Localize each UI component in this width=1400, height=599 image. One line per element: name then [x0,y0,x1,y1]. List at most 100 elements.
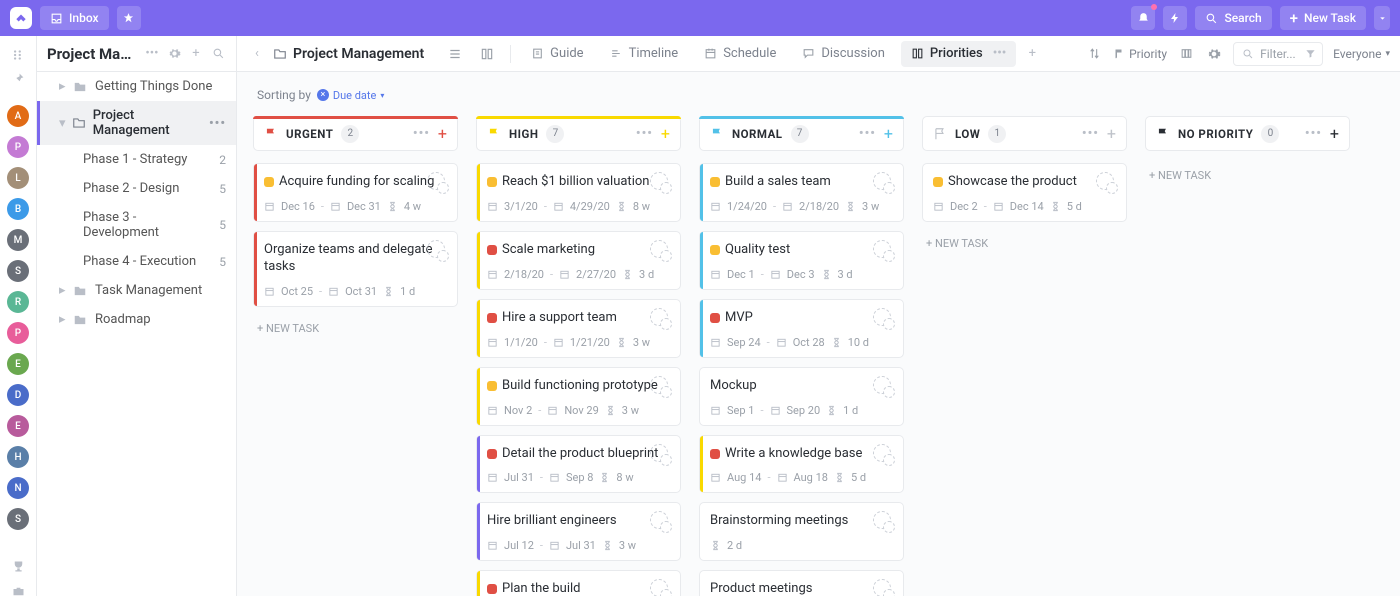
new-task-button[interactable]: + NEW TASK [253,316,458,341]
bolt-icon[interactable] [1163,6,1187,30]
avatar[interactable]: P [7,322,29,344]
task-card[interactable]: Build functioning prototypeNov 2-Nov 293… [476,367,681,426]
avatar[interactable]: H [7,446,29,468]
back-chevron-icon[interactable]: ‹ [247,44,267,64]
task-card[interactable]: Scale marketing2/18/20-2/27/203 d [476,231,681,290]
briefcase-icon[interactable] [8,584,28,599]
pin-icon[interactable] [8,72,28,85]
task-card[interactable]: Build a sales team1/24/20-2/18/203 w [699,163,904,222]
assignee-placeholder[interactable] [873,240,895,262]
column-more-icon[interactable]: ••• [859,126,876,141]
sort-chip[interactable]: ×Due date▾ [317,89,384,102]
search-button[interactable]: Search [1195,6,1271,30]
avatar[interactable]: D [7,384,29,406]
column-add-icon[interactable]: + [884,124,893,143]
new-task-more[interactable] [1374,6,1390,30]
task-card[interactable]: Organize teams and delegate tasksOct 25-… [253,231,458,307]
column-add-icon[interactable]: + [1107,124,1116,143]
sidebar-item-road[interactable]: ▸ Roadmap [37,305,236,334]
avatar[interactable]: B [7,198,29,220]
column-add-icon[interactable]: + [438,124,447,143]
assignee-placeholder[interactable] [650,240,672,262]
assignee-placeholder[interactable] [650,308,672,330]
assignee-placeholder[interactable] [650,579,672,596]
column-more-icon[interactable]: ••• [636,126,653,141]
task-card[interactable]: Write a knowledge baseAug 14-Aug 185 d [699,435,904,494]
add-view-button[interactable]: + [1022,44,1042,64]
new-task-button[interactable]: + NEW TASK [1145,163,1350,188]
assignee-placeholder[interactable] [650,172,672,194]
task-card[interactable]: Plan the buildJul 12-Jul 184 d [476,570,681,596]
app-logo[interactable] [10,7,32,29]
assignee-placeholder[interactable] [650,511,672,533]
task-card[interactable]: Hire brilliant engineersJul 12-Jul 313 w [476,502,681,561]
inbox-button[interactable]: Inbox [40,6,109,30]
tab-timeline[interactable]: Timeline [600,41,689,67]
task-card[interactable]: Brainstorming meetings2 d [699,502,904,561]
sidebar-phase-item[interactable]: Phase 4 - Execution5 [37,247,236,276]
sidebar-item-more-icon[interactable]: ••• [209,116,226,131]
space-search-icon[interactable] [210,47,226,60]
task-card[interactable]: Detail the product blueprintJul 31-Sep 8… [476,435,681,494]
column-add-icon[interactable]: + [661,124,670,143]
assignee-placeholder[interactable] [873,579,895,596]
avatar[interactable]: N [7,477,29,499]
task-card[interactable]: MVPSep 24-Oct 2810 d [699,299,904,358]
task-card[interactable]: Showcase the productDec 2-Dec 145 d [922,163,1127,222]
assignee-placeholder[interactable] [873,376,895,398]
assignee-filter[interactable]: Everyone▾ [1333,47,1390,61]
sidebar-phase-item[interactable]: Phase 2 - Design5 [37,174,236,203]
assignee-placeholder[interactable] [427,172,449,194]
task-card[interactable]: MockupSep 1-Sep 201 d [699,367,904,426]
column-add-icon[interactable]: + [1330,124,1339,143]
assignee-placeholder[interactable] [873,511,895,533]
assignee-placeholder[interactable] [650,376,672,398]
tab-guide[interactable]: Guide [521,41,593,67]
group-by-priority[interactable]: Priority [1113,47,1167,61]
tab-list[interactable] [442,41,468,67]
task-card[interactable]: Hire a support team1/1/20-1/21/203 w [476,299,681,358]
avatar[interactable]: R [7,291,29,313]
sort-arrows-icon[interactable] [1085,45,1103,63]
assignee-placeholder[interactable] [873,444,895,466]
task-card[interactable]: Quality testDec 1-Dec 33 d [699,231,904,290]
filter-input[interactable]: Filter... [1233,42,1323,66]
tab-discussion[interactable]: Discussion [792,41,895,67]
breadcrumb[interactable]: Project Management [273,46,424,62]
task-card[interactable]: Acquire funding for scalingDec 16-Dec 31… [253,163,458,222]
column-more-icon[interactable]: ••• [1082,126,1099,141]
assignee-placeholder[interactable] [427,240,449,262]
assignee-placeholder[interactable] [873,172,895,194]
sidebar-item-task[interactable]: ▸ Task Management [37,276,236,305]
grip-icon[interactable] [8,48,28,62]
avatar[interactable]: S [7,508,29,530]
assignee-placeholder[interactable] [873,308,895,330]
new-task-button[interactable]: + New Task [1280,6,1366,30]
tab-priorities[interactable]: Priorities••• [901,41,1016,67]
sidebar-phase-item[interactable]: Phase 1 - Strategy2 [37,145,236,174]
space-plus-icon[interactable]: + [188,46,204,61]
columns-icon[interactable] [1177,45,1195,63]
sidebar-item-gtd[interactable]: ▸ Getting Things Done [37,72,236,101]
tab-board[interactable] [474,41,500,67]
avatar[interactable]: M [7,229,29,251]
avatar[interactable]: E [7,415,29,437]
task-card[interactable]: Product meetings2 d [699,570,904,596]
task-card[interactable]: Reach $1 billion valuation3/1/20-4/29/20… [476,163,681,222]
star-button[interactable] [117,6,141,30]
assignee-placeholder[interactable] [1096,172,1118,194]
notifications-icon[interactable] [1131,6,1155,30]
avatar[interactable]: P [7,136,29,158]
tab-schedule[interactable]: Schedule [694,41,786,67]
new-task-button[interactable]: + NEW TASK [922,231,1127,256]
sidebar-item-pm[interactable]: ▾ Project Management ••• [37,101,236,145]
sidebar-phase-item[interactable]: Phase 3 - Development5 [37,203,236,247]
avatar[interactable]: L [7,167,29,189]
avatar[interactable]: E [7,353,29,375]
space-more-icon[interactable]: ••• [144,46,160,61]
avatar[interactable]: S [7,260,29,282]
assignee-placeholder[interactable] [650,444,672,466]
settings-icon[interactable] [1205,45,1223,63]
column-more-icon[interactable]: ••• [413,126,430,141]
space-gear-icon[interactable] [166,47,182,60]
